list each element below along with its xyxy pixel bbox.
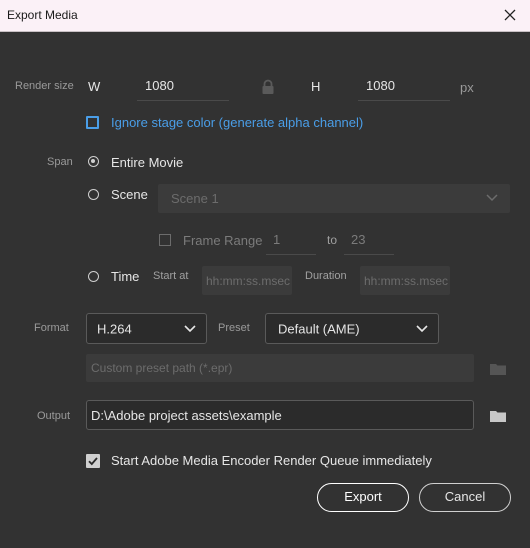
ame-queue-checkbox[interactable] bbox=[86, 454, 100, 468]
export-button[interactable]: Export bbox=[317, 483, 409, 512]
ignore-stage-checkbox[interactable] bbox=[86, 116, 99, 129]
duration-label: Duration bbox=[305, 270, 347, 282]
span-label: Span bbox=[47, 156, 73, 168]
duration-input[interactable]: hh:mm:ss.msec bbox=[360, 266, 450, 295]
chevron-down-icon bbox=[416, 324, 428, 332]
width-underline bbox=[137, 100, 229, 101]
output-label: Output bbox=[37, 410, 71, 422]
scene-dropdown[interactable]: Scene 1 bbox=[158, 184, 510, 213]
start-at-input[interactable]: hh:mm:ss.msec bbox=[202, 266, 292, 295]
time-label[interactable]: Time bbox=[111, 269, 139, 284]
scene-label[interactable]: Scene bbox=[111, 187, 148, 202]
ame-queue-label[interactable]: Start Adobe Media Encoder Render Queue i… bbox=[111, 453, 432, 468]
start-at-placeholder: hh:mm:ss.msec bbox=[206, 273, 290, 288]
frame-to-label: to bbox=[327, 233, 338, 247]
duration-placeholder: hh:mm:ss.msec bbox=[364, 273, 448, 288]
chevron-down-icon bbox=[184, 324, 196, 332]
format-label: Format bbox=[34, 322, 69, 334]
start-at-label: Start at bbox=[153, 270, 189, 282]
frame-to-input[interactable]: 23 bbox=[351, 232, 365, 247]
custom-preset-placeholder: Custom preset path (*.epr) bbox=[91, 361, 233, 375]
time-radio[interactable] bbox=[88, 271, 99, 282]
ignore-stage-label[interactable]: Ignore stage color (generate alpha chann… bbox=[111, 115, 363, 130]
frame-range-checkbox[interactable] bbox=[159, 234, 171, 246]
chevron-down-icon bbox=[486, 194, 498, 202]
output-path-value: D:\Adobe project assets\example bbox=[91, 408, 282, 423]
width-input[interactable]: 1080 bbox=[145, 78, 174, 93]
frame-from-input[interactable]: 1 bbox=[273, 232, 280, 247]
custom-preset-input[interactable]: Custom preset path (*.epr) bbox=[86, 354, 474, 382]
height-label: H bbox=[311, 79, 321, 94]
cancel-button[interactable]: Cancel bbox=[419, 483, 511, 512]
preset-label: Preset bbox=[218, 322, 250, 334]
width-label: W bbox=[88, 79, 101, 94]
folder-icon[interactable] bbox=[490, 409, 506, 422]
output-path-input[interactable]: D:\Adobe project assets\example bbox=[86, 400, 474, 430]
folder-icon[interactable] bbox=[490, 362, 506, 375]
frame-to-underline bbox=[344, 254, 394, 255]
height-input[interactable]: 1080 bbox=[366, 78, 395, 93]
frame-range-label[interactable]: Frame Range bbox=[183, 233, 262, 248]
window-title: Export Media bbox=[7, 8, 78, 22]
entire-movie-label[interactable]: Entire Movie bbox=[111, 155, 183, 170]
scene-dropdown-value: Scene 1 bbox=[171, 191, 219, 206]
scene-radio[interactable] bbox=[88, 189, 99, 200]
frame-from-underline bbox=[266, 254, 316, 255]
checkmark-icon bbox=[88, 457, 98, 466]
title-bar: Export Media bbox=[0, 0, 530, 32]
lock-icon[interactable] bbox=[261, 79, 275, 95]
px-unit-label: px bbox=[460, 80, 474, 95]
format-dropdown[interactable]: H.264 bbox=[86, 313, 207, 344]
close-icon[interactable] bbox=[499, 4, 521, 26]
preset-dropdown-value: Default (AME) bbox=[278, 321, 360, 336]
entire-movie-radio[interactable] bbox=[88, 156, 99, 167]
height-underline bbox=[358, 100, 450, 101]
preset-dropdown[interactable]: Default (AME) bbox=[265, 313, 439, 344]
format-dropdown-value: H.264 bbox=[97, 321, 132, 336]
render-size-label: Render size bbox=[15, 80, 74, 92]
